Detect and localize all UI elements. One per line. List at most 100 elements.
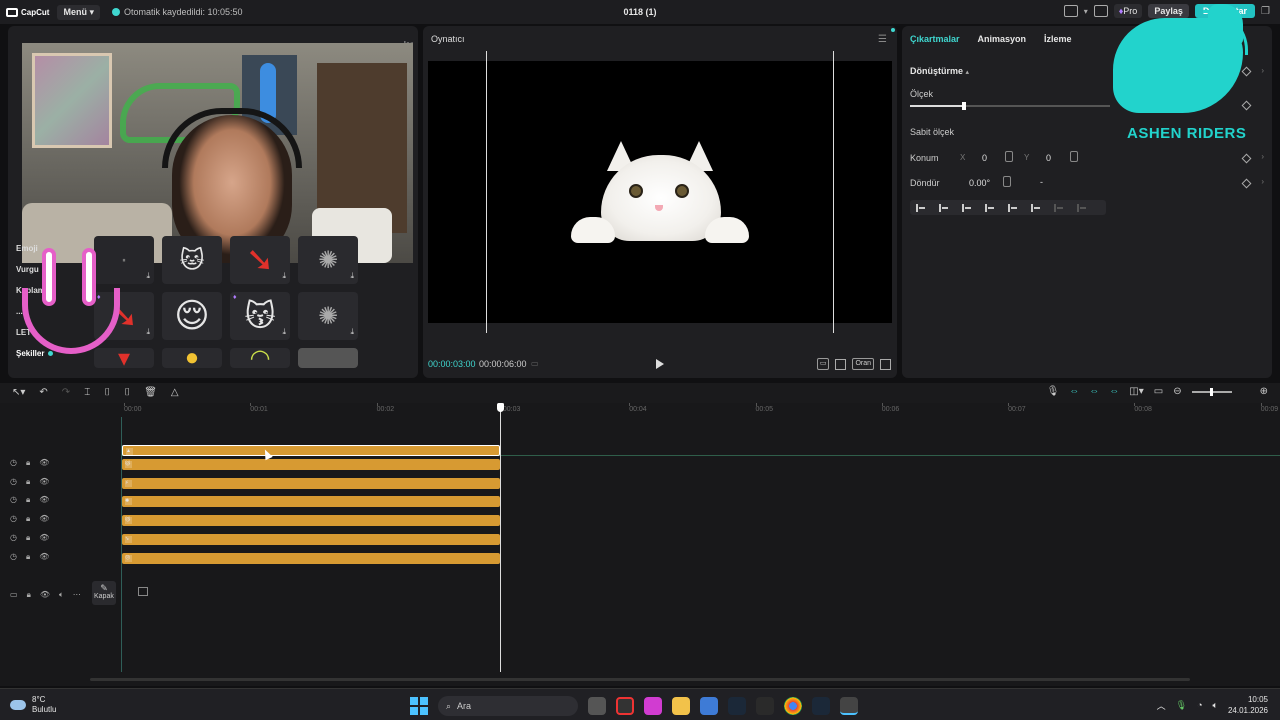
eye-icon[interactable]: 👁︎: [39, 495, 49, 505]
weather-widget[interactable]: 8°C Bulutlu: [10, 695, 56, 715]
start-button[interactable]: [410, 697, 428, 715]
download-icon[interactable]: ⤓: [146, 327, 150, 337]
playhead-handle[interactable]: [497, 403, 504, 412]
clock[interactable]: 10:05 24.01.2026: [1228, 694, 1268, 716]
position-x-input[interactable]: 0: [982, 153, 987, 163]
cover-toggle-icon[interactable]: ◷: [10, 533, 17, 543]
keyframe-icon[interactable]: [1241, 153, 1252, 164]
split-right-icon[interactable]: ⌷: [124, 387, 130, 398]
download-icon[interactable]: ⤓: [350, 327, 354, 337]
lock-icon[interactable]: 🔒︎: [26, 477, 30, 487]
lock-icon[interactable]: 🔒︎: [26, 514, 30, 524]
x-stepper-icon[interactable]: [1005, 151, 1013, 162]
download-icon[interactable]: ⤓: [350, 271, 354, 281]
sticker-clip[interactable]: 🐱: [122, 459, 500, 470]
player-menu-icon[interactable]: ☰: [878, 34, 887, 45]
sticker-clip[interactable]: ▲: [122, 445, 500, 456]
zoom-slider[interactable]: [1191, 387, 1232, 396]
rotate-reset-button[interactable]: -: [1040, 177, 1043, 187]
transform-section[interactable]: Dönüştürme ▴: [910, 66, 969, 76]
rotate-input[interactable]: 0.00°: [969, 178, 990, 188]
sticker-clip[interactable]: 😼: [122, 515, 500, 527]
distribute-horizontal-icon[interactable]: [1054, 203, 1064, 212]
sticker-item[interactable]: ◠: [230, 348, 290, 368]
keyframe-icon[interactable]: [1241, 178, 1252, 189]
microphone-icon[interactable]: 🎙: [1047, 386, 1060, 397]
align-bottom-icon[interactable]: [1031, 203, 1041, 212]
eye-icon[interactable]: 👁︎: [39, 458, 49, 468]
layout-icon[interactable]: [1063, 5, 1078, 17]
fullscreen-icon[interactable]: [880, 358, 891, 370]
preview-axis-icon[interactable]: ◫▾: [1129, 386, 1143, 397]
store-icon[interactable]: [700, 697, 718, 715]
volume-icon[interactable]: 🔈︎: [1213, 700, 1218, 711]
app-icon[interactable]: [644, 697, 662, 715]
eye-icon[interactable]: 👁︎: [39, 514, 49, 524]
undo-icon[interactable]: ↶: [39, 387, 47, 398]
microphone-icon[interactable]: 🎙: [1176, 700, 1187, 711]
redo-icon[interactable]: ↷: [62, 387, 70, 398]
task-view-icon[interactable]: [588, 697, 606, 715]
preview-canvas[interactable]: [428, 51, 892, 333]
split-left-icon[interactable]: ⌷: [104, 387, 110, 398]
play-button[interactable]: [656, 359, 664, 369]
cover-toggle-icon[interactable]: ▭: [10, 590, 18, 600]
sticker-item[interactable]: ✺ ⤓: [298, 292, 358, 340]
epic-games-icon[interactable]: [756, 697, 774, 715]
file-explorer-icon[interactable]: [672, 697, 690, 715]
lock-icon[interactable]: 🔒︎: [26, 495, 30, 505]
scale-slider-knob[interactable]: [962, 102, 966, 110]
timeline[interactable]: 00:00 00:01 00:02 00:03 00:04 00:05 00:06 00:07…: [0, 403, 1280, 686]
wifi-icon[interactable]: ◔: [1197, 700, 1202, 710]
split-icon[interactable]: ⌶: [84, 387, 90, 398]
linkage-icon[interactable]: ⇔: [1109, 386, 1119, 397]
zoom-fit-icon[interactable]: ⊕: [1260, 386, 1268, 397]
sticker-clip[interactable]: ➘: [122, 533, 500, 545]
eye-icon[interactable]: 👁︎: [39, 533, 49, 543]
align-right-icon[interactable]: [962, 203, 972, 212]
more-icon[interactable]: ⋯: [73, 590, 81, 600]
steam-icon[interactable]: [812, 697, 830, 715]
tab-stickers[interactable]: Çıkartmalar: [910, 34, 960, 44]
lock-icon[interactable]: 🔒︎: [26, 533, 30, 543]
y-stepper-icon[interactable]: [1070, 151, 1078, 162]
film-icon[interactable]: [138, 587, 148, 596]
fullscreen-quality-icon[interactable]: ▭: [816, 358, 830, 370]
align-center-icon[interactable]: [939, 203, 949, 212]
download-icon[interactable]: ⤓: [146, 271, 150, 281]
sticker-item[interactable]: ✺ ⤓: [298, 236, 358, 284]
mirror-icon[interactable]: △: [171, 387, 179, 398]
tab-tracking[interactable]: İzleme: [1044, 34, 1072, 44]
zoom-slider-knob[interactable]: [1209, 387, 1213, 396]
download-icon[interactable]: ⤓: [282, 271, 286, 281]
align-left-icon[interactable]: [916, 203, 926, 212]
timecode-icon[interactable]: ▭: [531, 359, 539, 368]
cat-sticker[interactable]: [571, 141, 749, 243]
select-tool-icon[interactable]: ↖▾: [12, 387, 25, 398]
capcut-taskbar-icon[interactable]: [840, 697, 858, 715]
sticker-item[interactable]: ●: [162, 348, 222, 368]
sticker-clip[interactable]: ✺: [122, 496, 500, 508]
cover-toggle-icon[interactable]: ◷: [10, 514, 17, 524]
scale-slider[interactable]: [910, 102, 1110, 110]
sticker-item[interactable]: ♦ 😽 ⤓: [230, 292, 290, 340]
distribute-vertical-icon[interactable]: [1077, 203, 1087, 212]
sticker-item[interactable]: ➘ ⤓: [230, 236, 290, 284]
tab-animation[interactable]: Animasyon: [978, 34, 1027, 44]
lock-icon[interactable]: 🔒︎: [26, 458, 30, 468]
eye-icon[interactable]: 👁︎: [39, 477, 49, 487]
app-icon[interactable]: [616, 697, 634, 715]
captions-icon[interactable]: ▭: [1154, 386, 1163, 397]
chrome-icon[interactable]: [784, 697, 802, 715]
sticker-item[interactable]: [298, 348, 358, 368]
ratio-button[interactable]: Oran: [852, 358, 874, 370]
eye-icon[interactable]: 👁︎: [40, 590, 50, 600]
lock-icon[interactable]: 🔒︎: [26, 552, 30, 562]
search-box[interactable]: ⌕ Ara: [438, 696, 578, 716]
cover-toggle-icon[interactable]: ◷: [10, 477, 17, 487]
sticker-clip[interactable]: 😐: [122, 552, 500, 564]
cover-toggle-icon[interactable]: ◷: [10, 495, 17, 505]
sticker-item[interactable]: 😌: [162, 292, 222, 340]
sticker-clip[interactable]: ⚡: [122, 477, 500, 489]
zoom-out-icon[interactable]: ⊖: [1173, 386, 1181, 397]
